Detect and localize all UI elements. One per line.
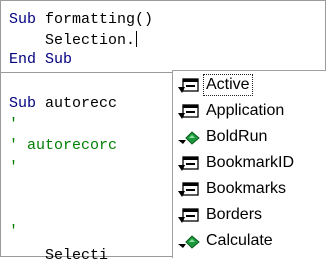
autocomplete-item-label: Borders: [206, 206, 263, 223]
autocomplete-item-application[interactable]: Application: [173, 99, 326, 123]
autocomplete-item-label: Bookmarks: [206, 180, 287, 197]
method-icon: [178, 235, 200, 249]
text-caret: [136, 31, 138, 47]
property-icon: [178, 156, 199, 171]
method-icon: [178, 131, 200, 145]
keyword: Sub: [9, 95, 37, 112]
code-text: Selection.: [9, 32, 136, 49]
property-icon: [178, 78, 199, 93]
autocomplete-item-label: BookmarkID: [206, 154, 295, 171]
code-line-selection[interactable]: Selection.: [9, 31, 138, 49]
property-icon: [178, 182, 199, 197]
code-line-comment[interactable]: ': [9, 116, 18, 133]
code-line-end-sub[interactable]: End Sub: [9, 51, 72, 68]
keyword: Sub: [45, 51, 73, 68]
code-line-selection[interactable]: Selecti: [9, 247, 108, 264]
procedure-name: autorecc: [36, 95, 118, 112]
code-line-comment[interactable]: ' autorecorc: [9, 137, 117, 154]
autocomplete-item-active[interactable]: Active: [173, 73, 326, 97]
property-icon: [178, 104, 199, 119]
procedure-name: formatting(): [36, 11, 154, 28]
keyword: Sub: [9, 11, 37, 28]
code-line-sub-formatting[interactable]: Sub formatting(): [9, 11, 153, 28]
autocomplete-item-label: BoldRun: [206, 128, 268, 145]
code-editor[interactable]: Sub formatting() Selection. End Sub Sub …: [0, 0, 326, 264]
autocomplete-item-label: Calculate: [206, 232, 273, 249]
property-icon: [178, 208, 199, 223]
autocomplete-item-bookmarkid[interactable]: BookmarkID: [173, 151, 326, 175]
code-line-sub-autorecord[interactable]: Sub autorecc: [9, 95, 117, 112]
autocomplete-item-label: Application: [206, 102, 285, 119]
autocomplete-item-label: Active: [203, 74, 253, 96]
code-line-comment[interactable]: ': [9, 159, 18, 176]
autocomplete-list[interactable]: Active Application BoldRun BookmarkID Bo…: [172, 70, 326, 258]
autocomplete-item-boldrun[interactable]: BoldRun: [173, 125, 326, 149]
autocomplete-item-borders[interactable]: Borders: [173, 203, 326, 227]
autocomplete-item-calculate[interactable]: Calculate: [173, 229, 326, 253]
keyword: End: [9, 51, 37, 68]
code-line-comment[interactable]: ': [9, 223, 18, 240]
autocomplete-item-bookmarks[interactable]: Bookmarks: [173, 177, 326, 201]
